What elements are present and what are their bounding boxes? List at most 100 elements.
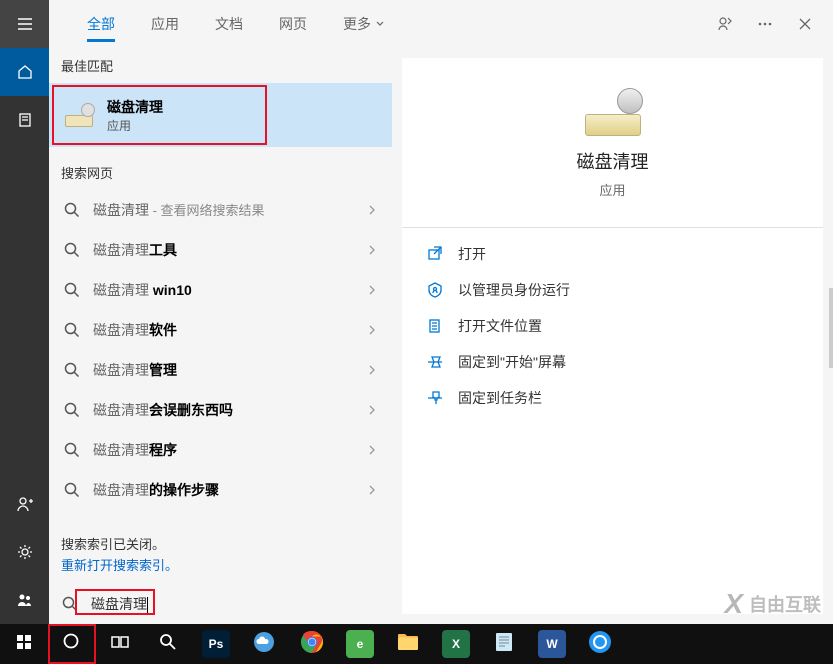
feedback-button[interactable] (715, 14, 735, 34)
taskbar-taskview[interactable] (96, 624, 144, 664)
web-result-item[interactable]: 磁盘清理软件 (49, 310, 392, 350)
search-input-value: 磁盘清理 (91, 596, 147, 612)
menu-button[interactable] (0, 0, 49, 48)
action-label: 以管理员身份运行 (458, 280, 570, 300)
taskbar-360[interactable]: e (336, 624, 384, 664)
search-icon (63, 401, 81, 419)
sidebar-documents[interactable] (0, 96, 49, 144)
result-text: 磁盘清理软件 (93, 320, 354, 340)
search-icon (63, 321, 81, 339)
taskbar-search[interactable] (48, 624, 96, 664)
search-input[interactable]: 磁盘清理 (89, 592, 150, 616)
web-result-item[interactable]: 磁盘清理管理 (49, 350, 392, 390)
result-text: 磁盘清理的操作步骤 (93, 480, 354, 500)
section-web-search: 搜索网页 (49, 155, 392, 190)
search-icon (62, 632, 82, 657)
taskbar-cloud[interactable] (240, 624, 288, 664)
hamburger-icon (16, 15, 34, 33)
close-button[interactable] (795, 14, 815, 34)
admin-icon (426, 281, 444, 299)
chevron-right-icon (366, 204, 378, 216)
web-result-item[interactable]: 磁盘清理 win10 (49, 270, 392, 310)
tab-more[interactable]: 更多 (325, 0, 403, 48)
section-best-match: 最佳匹配 (49, 48, 392, 83)
search-icon (61, 595, 79, 613)
ellipsis-icon (756, 15, 774, 33)
action-admin[interactable]: 以管理员身份运行 (402, 272, 823, 308)
index-reopen-link[interactable]: 重新打开搜索索引。 (49, 555, 392, 584)
feedback-icon (716, 15, 734, 33)
home-icon (16, 63, 34, 81)
explorer-icon (396, 630, 420, 659)
tab-all[interactable]: 全部 (69, 0, 133, 48)
tab-apps[interactable]: 应用 (133, 0, 197, 48)
action-label: 固定到"开始"屏幕 (458, 352, 566, 372)
search-icon (63, 361, 81, 379)
web-result-item[interactable]: 磁盘清理会误删东西吗 (49, 390, 392, 430)
taskbar-start[interactable] (0, 624, 48, 664)
web-result-item[interactable]: 磁盘清理程序 (49, 430, 392, 470)
tab-more-label: 更多 (343, 14, 371, 34)
start-sidebar (0, 0, 49, 624)
taskbar-excel[interactable]: X (432, 624, 480, 664)
sidebar-people[interactable] (0, 576, 49, 624)
taskbar-photoshop[interactable]: Ps (192, 624, 240, 664)
action-label: 打开文件位置 (458, 316, 542, 336)
disk-cleanup-icon (63, 103, 95, 127)
web-result-item[interactable]: 磁盘清理工具 (49, 230, 392, 270)
web-result-item[interactable]: 磁盘清理的操作步骤 (49, 470, 392, 510)
result-text: 磁盘清理工具 (93, 240, 354, 260)
taskbar-notepad[interactable] (480, 624, 528, 664)
excel-icon: X (442, 630, 470, 658)
sidebar-settings[interactable] (0, 528, 49, 576)
documents-icon (16, 111, 34, 129)
action-pin-taskbar[interactable]: 固定到任务栏 (402, 380, 823, 416)
watermark-text: 自由互联 (749, 591, 821, 617)
action-folder[interactable]: 打开文件位置 (402, 308, 823, 344)
scrollbar[interactable] (829, 288, 833, 368)
sidebar-add-user[interactable] (0, 480, 49, 528)
taskbar-chrome[interactable] (288, 624, 336, 664)
chevron-down-icon (375, 19, 385, 29)
magnify-icon (158, 632, 178, 657)
watermark-logo: X (724, 588, 743, 620)
preview-title: 磁盘清理 (577, 148, 649, 174)
sidebar-home[interactable] (0, 48, 49, 96)
pin-start-icon (426, 353, 444, 371)
preview-pane: 磁盘清理 应用 打开以管理员身份运行打开文件位置固定到"开始"屏幕固定到任务栏 (402, 58, 823, 614)
options-button[interactable] (755, 14, 775, 34)
pin-taskbar-icon (426, 389, 444, 407)
preview-subtitle: 应用 (599, 180, 625, 199)
action-label: 打开 (458, 244, 486, 264)
result-text: 磁盘清理 win10 (93, 280, 354, 300)
best-match-item[interactable]: 磁盘清理 应用 (49, 83, 392, 147)
taskview-icon (110, 632, 130, 657)
tab-documents[interactable]: 文档 (197, 0, 261, 48)
result-text: 磁盘清理管理 (93, 360, 354, 380)
search-panel: 全部 应用 文档 网页 更多 最佳匹配 磁盘清理 (49, 0, 833, 624)
search-icon (63, 281, 81, 299)
chevron-right-icon (366, 244, 378, 256)
start-icon (15, 633, 33, 656)
taskbar-browser[interactable] (576, 624, 624, 664)
disk-cleanup-icon (581, 88, 645, 136)
open-icon (426, 245, 444, 263)
search-input-row: 磁盘清理 (49, 584, 392, 624)
content-area: 最佳匹配 磁盘清理 应用 搜索网页 磁盘清理 - 查看网络搜索结果 磁盘清理工具… (49, 48, 833, 624)
taskbar-explorer[interactable] (384, 624, 432, 664)
result-text: 磁盘清理程序 (93, 440, 354, 460)
action-label: 固定到任务栏 (458, 388, 542, 408)
web-result-item[interactable]: 磁盘清理 - 查看网络搜索结果 (49, 190, 392, 230)
chevron-right-icon (366, 404, 378, 416)
chevron-right-icon (366, 444, 378, 456)
tab-web[interactable]: 网页 (261, 0, 325, 48)
taskbar-word[interactable]: W (528, 624, 576, 664)
result-text: 磁盘清理 - 查看网络搜索结果 (93, 200, 354, 220)
text-cursor (147, 597, 148, 613)
chevron-right-icon (366, 284, 378, 296)
action-pin-start[interactable]: 固定到"开始"屏幕 (402, 344, 823, 380)
folder-icon (426, 317, 444, 335)
action-open[interactable]: 打开 (402, 236, 823, 272)
search-icon (63, 481, 81, 499)
taskbar-magnify[interactable] (144, 624, 192, 664)
